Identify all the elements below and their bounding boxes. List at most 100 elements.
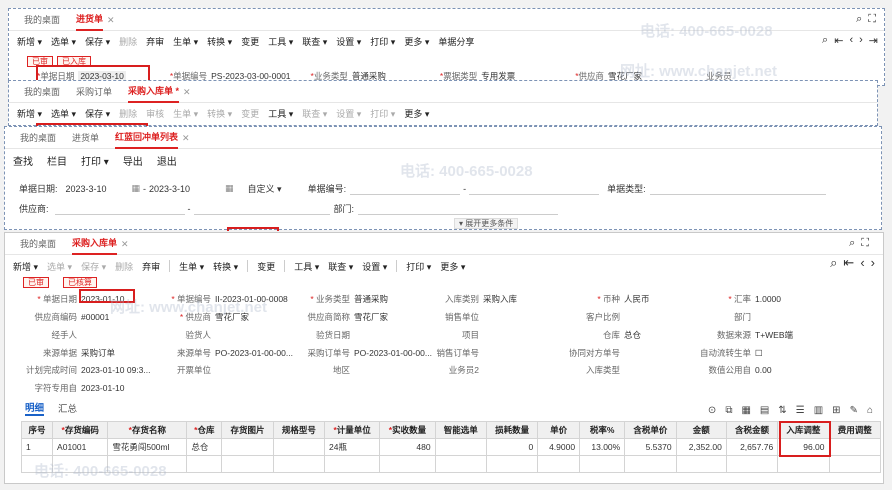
table-cell[interactable]: 0 bbox=[485, 438, 539, 456]
table-cell[interactable] bbox=[434, 455, 487, 473]
column-header[interactable]: *存货编码 bbox=[52, 421, 109, 439]
tab-detail[interactable]: 明细 bbox=[25, 400, 45, 416]
field-value[interactable]: PO-2023-01-00-00... bbox=[215, 348, 293, 358]
column-header[interactable]: 序号 bbox=[20, 421, 54, 439]
column-header[interactable]: *存货名称 bbox=[107, 421, 188, 439]
field-value[interactable]: PO-2023-01-00-00... bbox=[354, 348, 432, 358]
column-header[interactable]: 金额 bbox=[675, 421, 727, 439]
table-cell[interactable] bbox=[186, 455, 223, 473]
column-header[interactable]: 税率% bbox=[579, 421, 626, 439]
save-button[interactable]: 保存 ▾ bbox=[81, 260, 106, 273]
field-value[interactable]: T+WEB端 bbox=[755, 329, 793, 341]
exit-button[interactable]: 退出 bbox=[157, 153, 177, 168]
table-cell[interactable] bbox=[323, 455, 381, 473]
settings-button[interactable]: 设置 ▾ bbox=[336, 107, 361, 120]
approve-button[interactable]: 审核 bbox=[146, 107, 164, 120]
select-button[interactable]: 选单 ▾ bbox=[51, 35, 76, 48]
field-value[interactable]: 人民币 bbox=[624, 293, 650, 305]
table-cell[interactable] bbox=[379, 455, 436, 473]
select-button[interactable]: 选单 ▾ bbox=[47, 260, 72, 273]
date-to-input[interactable]: 2023-3-10 bbox=[149, 184, 215, 194]
table-cell[interactable] bbox=[485, 455, 539, 473]
field-value[interactable]: 总仓 bbox=[624, 329, 641, 341]
table-cell[interactable]: 2,352.00 bbox=[675, 438, 727, 456]
column-header[interactable]: *仓库 bbox=[186, 421, 223, 439]
prev-icon[interactable]: ‹ bbox=[860, 255, 864, 271]
tab-offset-list[interactable]: 红蓝回冲单列表 ✕ bbox=[108, 128, 197, 149]
table-cell[interactable]: 雪花勇闯500ml bbox=[107, 438, 188, 456]
field-value[interactable]: 雪花厂家 bbox=[215, 311, 249, 323]
table-cell[interactable]: 4.9000 bbox=[537, 438, 581, 456]
tab-summary[interactable]: 汇总 bbox=[58, 401, 77, 415]
search-icon[interactable]: ⌕ bbox=[849, 237, 855, 250]
tab-purchase-receipt[interactable]: 进货单 ✕ bbox=[69, 10, 122, 31]
table-cell[interactable]: 1 bbox=[20, 438, 54, 456]
first-icon[interactable]: ⇤ bbox=[843, 255, 854, 271]
calendar-icon[interactable]: ▦ bbox=[225, 183, 234, 194]
column-header[interactable]: 智能选单 bbox=[434, 421, 487, 439]
dept-filter-input[interactable] bbox=[358, 203, 559, 215]
close-icon[interactable]: ✕ bbox=[182, 128, 190, 148]
generate-button[interactable]: 生单 ▾ bbox=[179, 260, 204, 273]
save-button[interactable]: 保存 ▾ bbox=[85, 35, 110, 48]
sort-icon[interactable]: ⇅ bbox=[778, 405, 786, 416]
table-cell[interactable]: 总仓 bbox=[186, 438, 223, 456]
field-value[interactable]: 2023-01-10 bbox=[81, 383, 124, 393]
tab-desktop[interactable]: 我的桌面 bbox=[17, 82, 67, 102]
edit-icon[interactable]: ✎ bbox=[850, 405, 858, 416]
field-value[interactable]: #00001 bbox=[81, 312, 109, 322]
column-header[interactable]: *实收数量 bbox=[379, 421, 436, 439]
locate-icon[interactable]: ⌕ bbox=[822, 34, 828, 47]
field-value[interactable]: ☐ bbox=[755, 348, 763, 359]
change-button[interactable]: 变更 bbox=[257, 260, 275, 273]
field-value[interactable]: 0.00 bbox=[755, 365, 772, 375]
table-cell[interactable] bbox=[272, 455, 326, 473]
table-cell[interactable]: 5.5370 bbox=[624, 438, 677, 456]
first-icon[interactable]: ⇤ bbox=[834, 34, 843, 47]
share-button[interactable]: 单据分享 bbox=[438, 35, 474, 48]
location-icon[interactable]: ⊙ bbox=[708, 405, 716, 416]
next-icon[interactable]: › bbox=[871, 255, 875, 271]
columns-icon[interactable]: ▥ bbox=[814, 405, 823, 416]
table-row[interactable] bbox=[20, 455, 882, 473]
select-button[interactable]: 选单 ▾ bbox=[51, 107, 76, 120]
field-value[interactable]: 2023-01-10 09:3... bbox=[81, 365, 150, 375]
settings-button[interactable]: 设置 ▾ bbox=[362, 260, 387, 273]
table-cell[interactable] bbox=[221, 455, 274, 473]
export-button[interactable]: 导出 bbox=[123, 153, 143, 168]
field-value[interactable]: 采购入库 bbox=[483, 293, 517, 305]
column-header[interactable]: 费用调整 bbox=[828, 421, 882, 439]
column-header[interactable]: 存货图片 bbox=[221, 421, 274, 439]
delete-button[interactable]: 删除 bbox=[115, 260, 133, 273]
supplier-from-input[interactable] bbox=[54, 203, 185, 215]
grid-icon[interactable]: ▦ bbox=[741, 405, 750, 416]
table-cell[interactable]: 2,657.76 bbox=[725, 438, 779, 456]
supplier-to-input[interactable] bbox=[193, 203, 330, 215]
column-header[interactable]: 含税金额 bbox=[725, 421, 779, 439]
code-to-input[interactable] bbox=[469, 183, 600, 195]
tab-purchase-order[interactable]: 采购订单 bbox=[69, 82, 119, 102]
maximize-icon[interactable]: ⛶ bbox=[868, 13, 876, 26]
expand-conditions-link[interactable]: ▾ 展开更多条件 bbox=[454, 218, 519, 229]
filter-icon[interactable]: ⊞ bbox=[832, 405, 840, 416]
table-cell[interactable] bbox=[434, 438, 487, 456]
close-icon[interactable]: ✕ bbox=[107, 10, 115, 30]
table-cell[interactable] bbox=[624, 455, 677, 473]
column-header[interactable]: 单价 bbox=[537, 421, 581, 439]
delete-button[interactable]: 删除 bbox=[119, 107, 137, 120]
print-button[interactable]: 打印 ▾ bbox=[370, 35, 395, 48]
tab-purchase-receipt[interactable]: 进货单 bbox=[65, 128, 106, 148]
query-button[interactable]: 联查 ▾ bbox=[302, 35, 327, 48]
date-range-mode-select[interactable]: 自定义 ▾ bbox=[248, 182, 282, 195]
columns-button[interactable]: 栏目 bbox=[47, 153, 67, 168]
save-button[interactable]: 保存 ▾ bbox=[85, 107, 110, 120]
settings-button[interactable]: 设置 ▾ bbox=[336, 35, 361, 48]
home-icon[interactable]: ⌂ bbox=[867, 405, 873, 416]
tab-purchase-inbound[interactable]: 采购入库单 ✕ bbox=[65, 234, 136, 255]
more-button[interactable]: 更多 ▾ bbox=[404, 107, 429, 120]
table-cell[interactable] bbox=[675, 455, 727, 473]
print-button[interactable]: 打印 ▾ bbox=[406, 260, 431, 273]
column-header[interactable]: 损耗数量 bbox=[485, 421, 539, 439]
tools-button[interactable]: 工具 ▾ bbox=[268, 107, 293, 120]
column-header[interactable]: *计量单位 bbox=[323, 421, 381, 439]
